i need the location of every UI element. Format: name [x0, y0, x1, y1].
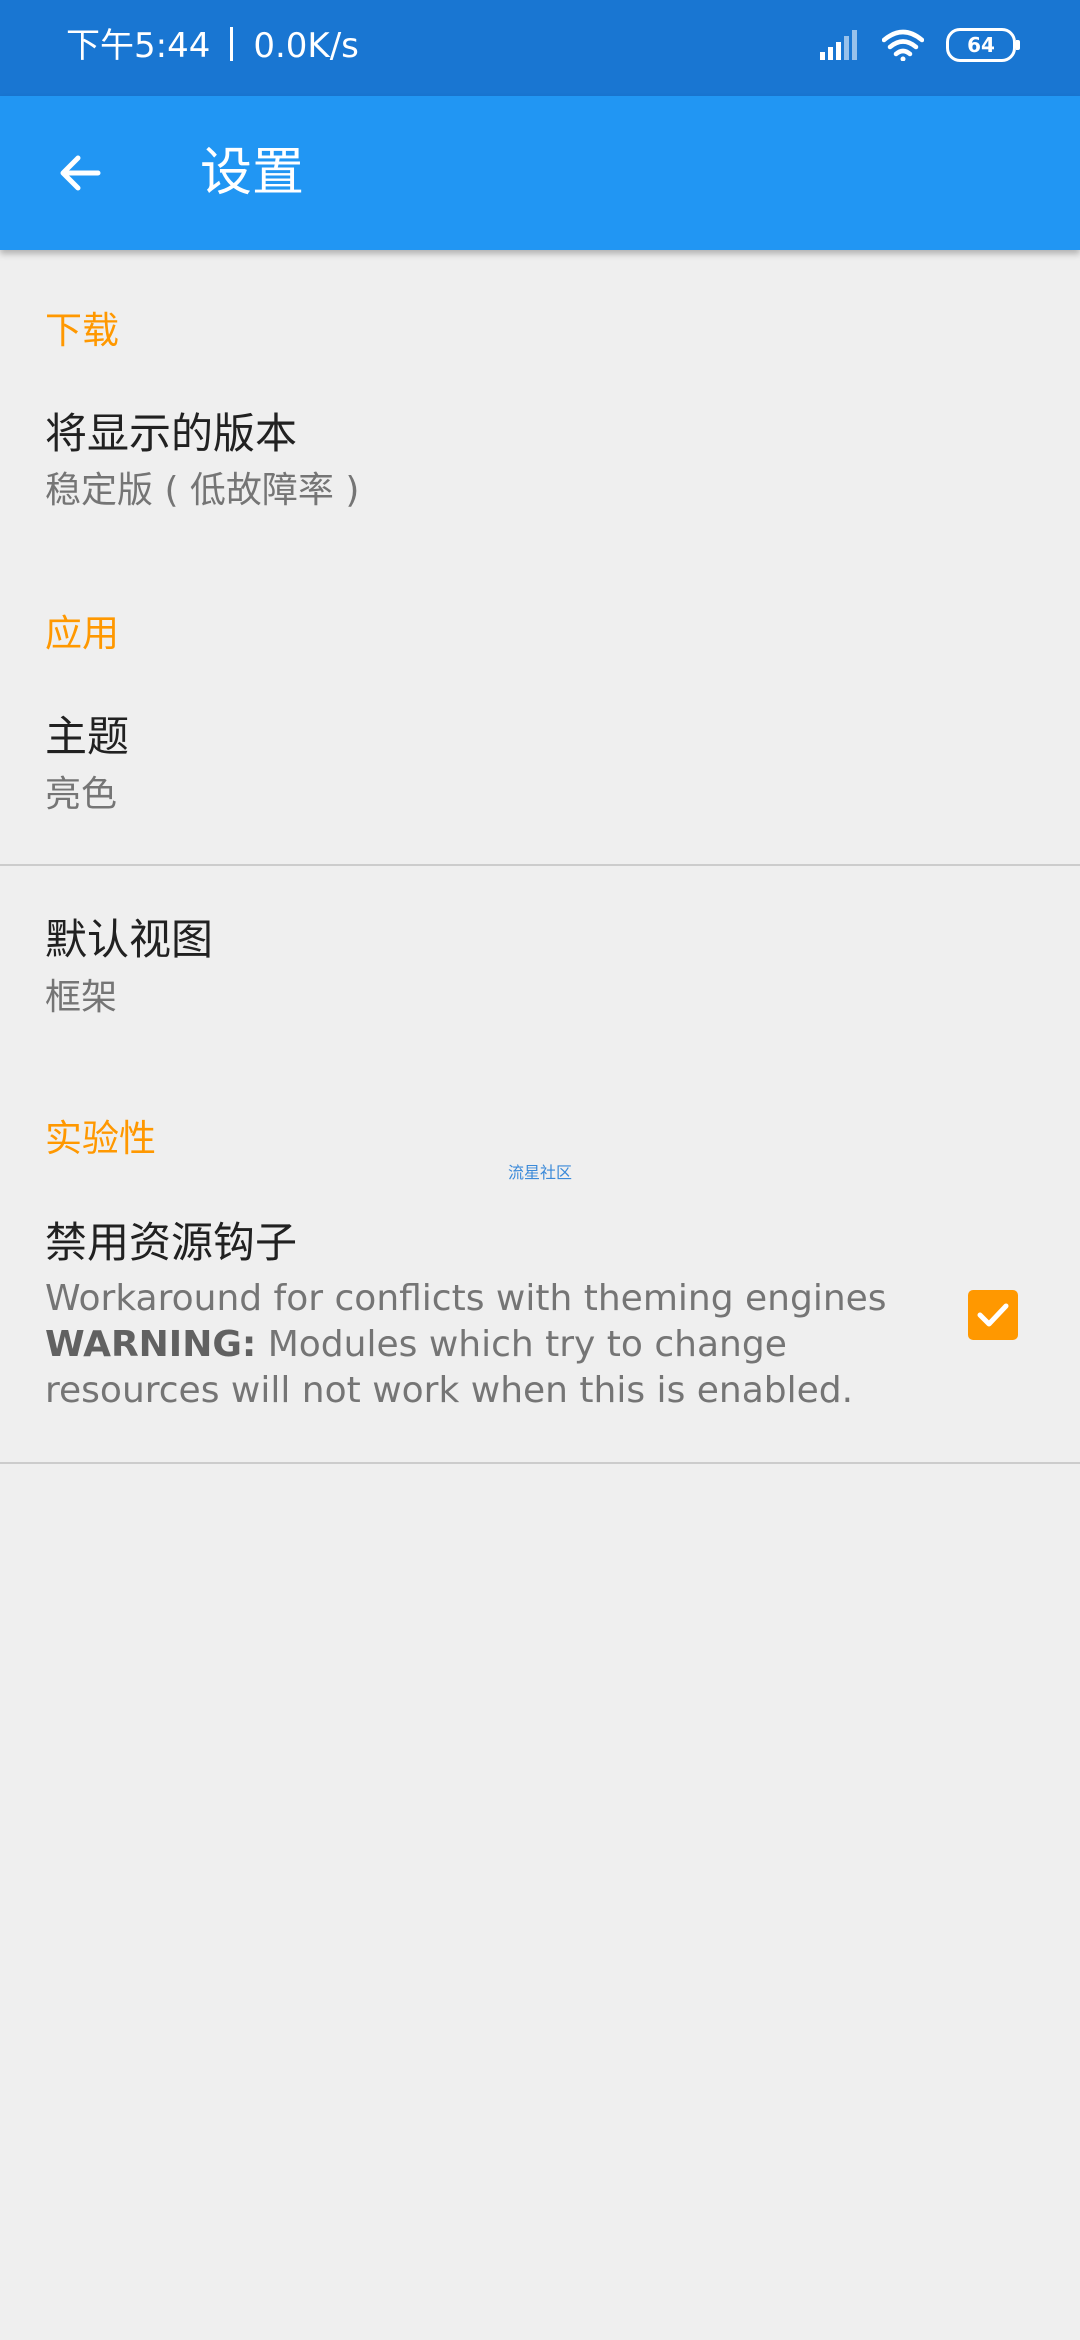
status-icons: 64 — [820, 28, 1020, 62]
network-speed: 0.0K/s — [253, 26, 359, 66]
disable-hooks-checkbox[interactable] — [968, 1290, 1018, 1340]
divider — [0, 864, 1080, 866]
status-bar: 下午5:44 0.0K/s 64 — [0, 0, 1080, 96]
wifi-icon — [882, 29, 924, 61]
battery-level: 64 — [967, 33, 995, 57]
page-title: 设置 — [200, 143, 305, 203]
pref-theme-summary: 亮色 — [45, 774, 118, 815]
warning-label: WARNING: — [45, 1324, 257, 1365]
status-left: 下午5:44 0.0K/s — [66, 26, 359, 67]
pref-default-view-title: 默认视图 — [45, 915, 214, 964]
section-header-experimental: 实验性 — [45, 1117, 156, 1160]
back-button[interactable] — [40, 133, 120, 213]
status-separator — [230, 27, 234, 61]
pref-disable-hooks-summary: Workaround for conflicts with theming en… — [45, 1276, 895, 1414]
divider — [0, 1462, 1080, 1464]
pref-version-summary: 稳定版 ( 低故障率 ) — [45, 470, 360, 511]
pref-default-view-summary: 框架 — [45, 977, 118, 1018]
battery-icon: 64 — [946, 28, 1020, 62]
check-icon — [977, 1303, 1009, 1327]
warning-line: WARNING: Modules which try to change res… — [45, 1322, 895, 1414]
pref-version-title: 将显示的版本 — [45, 409, 298, 458]
pref-disable-hooks-title: 禁用资源钩子 — [45, 1218, 298, 1267]
arrow-left-icon — [60, 155, 101, 191]
app-bar: 设置 — [0, 96, 1080, 250]
section-header-download: 下载 — [45, 309, 119, 352]
pref-theme-title: 主题 — [45, 712, 130, 761]
status-time: 下午5:44 — [66, 26, 211, 66]
watermark: 流星社区 — [508, 1163, 573, 1182]
summary-line: Workaround for conflicts with theming en… — [45, 1278, 887, 1319]
signal-icon — [820, 30, 857, 60]
section-header-app: 应用 — [45, 612, 119, 655]
